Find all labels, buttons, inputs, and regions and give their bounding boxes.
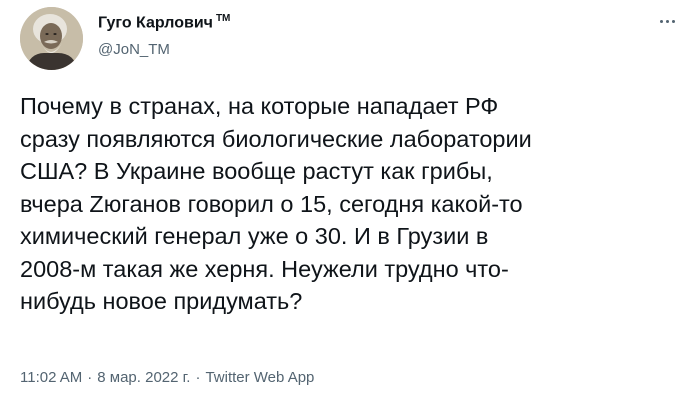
tweet-time[interactable]: 11:02 AM <box>20 369 82 386</box>
author-display-name[interactable]: Гуго Карлович TM <box>98 13 230 32</box>
author-handle[interactable]: @JoN_TM <box>98 41 170 58</box>
tweet-date[interactable]: 8 мар. 2022 г. <box>97 369 190 386</box>
avatar[interactable] <box>20 7 83 70</box>
more-options-button[interactable] <box>652 8 682 34</box>
separator: · <box>87 369 93 386</box>
separator: · <box>195 369 201 386</box>
more-dot-icon <box>665 19 669 23</box>
tweet-card: Гуго Карлович TM @JoN_TM Почему в странах… <box>0 0 700 409</box>
author-name-text: Гуго Карлович <box>98 14 213 32</box>
more-dot-icon <box>659 19 663 23</box>
tweet-metadata: 11:02 AM · 8 мар. 2022 г. · Twitter Web App <box>20 369 314 386</box>
tweet-text: Почему в странах, на которые нападает РФ… <box>20 93 532 314</box>
trademark-badge: TM <box>215 13 231 24</box>
portrait-icon <box>20 7 83 70</box>
tweet-source[interactable]: Twitter Web App <box>205 369 314 386</box>
more-dot-icon <box>671 19 675 23</box>
